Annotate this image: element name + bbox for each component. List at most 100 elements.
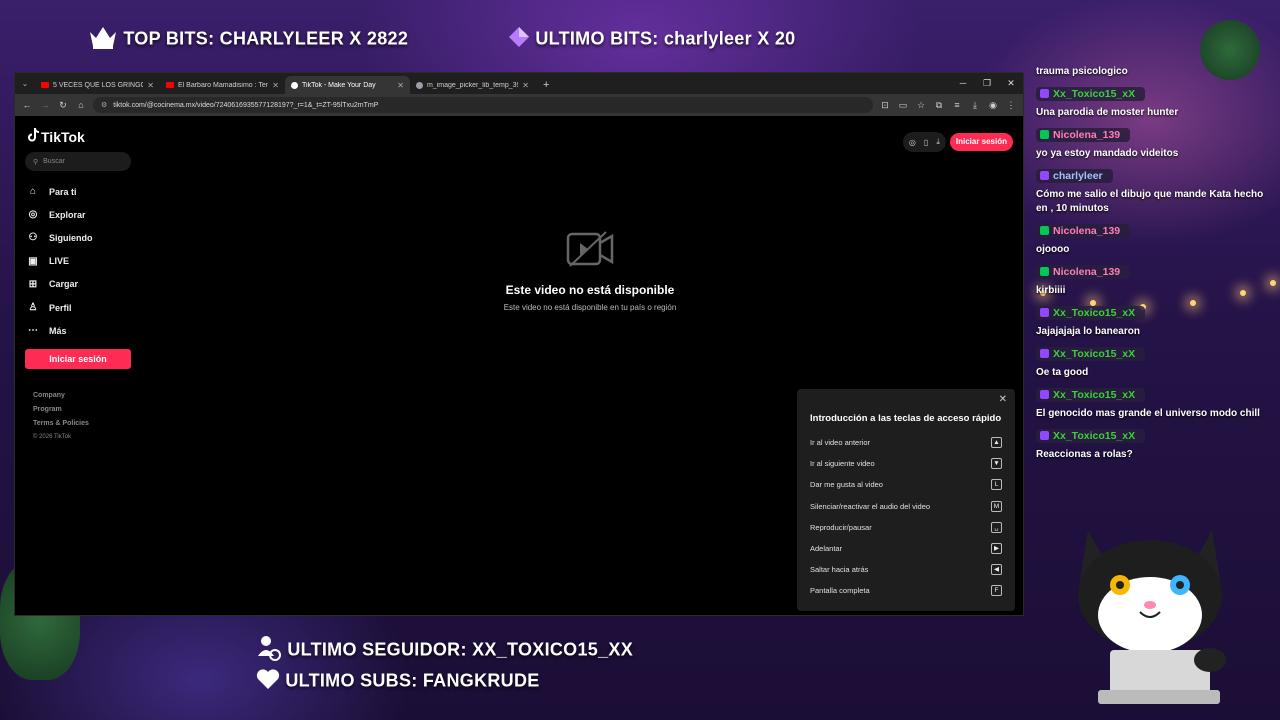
window-controls: ─ ❐ ✕ [951, 73, 1023, 94]
chat-message: Nicolena_139ojoooo [1030, 219, 1280, 260]
youtube-favicon-icon [166, 82, 174, 88]
shortcut-row: Saltar hacia atrás ◀ [810, 559, 1002, 580]
download-icon[interactable]: ⤓ [969, 100, 981, 111]
extensions-icon[interactable]: ⧉ [933, 100, 945, 111]
close-tab-icon[interactable]: ✕ [522, 81, 529, 90]
chat-message: Xx_Toxico15_xX Una parodia de moster hunt… [1030, 82, 1280, 123]
browser-tab-active[interactable]: TikTok - Make Your Day ✕ [285, 76, 410, 94]
key-m-icon: M [991, 500, 1002, 512]
profile-icon[interactable]: ◉ [987, 100, 999, 111]
chat-message-list: Xx_Toxico15_xX Una parodia de moster hunt… [1030, 82, 1280, 465]
phone-icon[interactable]: ▯ [924, 138, 928, 147]
cat-mascot [1070, 520, 1230, 720]
top-bits-text: TOP BITS: CHARLYLEER X 2822 [123, 28, 409, 49]
chat-username[interactable]: Xx_Toxico15_xX [1036, 305, 1146, 320]
ultimo-bits-text: ULTIMO BITS: charlyleer X 20 [535, 28, 796, 49]
close-tab-icon[interactable]: ✕ [147, 81, 154, 90]
sidebar-item-siguiendo[interactable]: ⚇ Siguiendo [27, 226, 93, 249]
url-text: tiktok.com/@cocinema.mx/video/7240616935… [113, 101, 379, 109]
shortcut-row: Reproducir/pausar ␣ [810, 517, 1002, 538]
tiktok-note-icon [27, 128, 39, 145]
chat-username[interactable]: Nicolena_139 [1036, 127, 1131, 142]
key-up-icon: ▲ [991, 437, 1002, 449]
search-input[interactable]: ⚲ Buscar [25, 152, 131, 171]
tab-search-icon[interactable]: ⌄ [15, 73, 35, 94]
sidebar-item-explorar[interactable]: ◎ Explorar [27, 203, 93, 226]
sidebar-item-mas[interactable]: ⋯ Más [27, 319, 93, 342]
footer-link-program[interactable]: Program [33, 406, 89, 420]
login-button-sidebar[interactable]: Iniciar sesión [25, 349, 131, 369]
shortcut-row: Ir al siguiente video ▼ [810, 453, 1002, 474]
chat-username[interactable]: Xx_Toxico15_xX [1036, 346, 1146, 361]
download-icon[interactable]: ⤓ [936, 137, 940, 147]
site-info-icon[interactable]: ⚙ [101, 101, 107, 109]
diamond-icon [508, 26, 530, 53]
login-button-top[interactable]: Iniciar sesión [949, 133, 1013, 151]
copyright-text: © 2026 TikTok [33, 434, 72, 440]
chat-message-text: kirbiiii [1036, 285, 1066, 296]
cast-icon[interactable]: ▭ [897, 100, 909, 111]
tiktok-favicon-icon [291, 81, 298, 89]
shortcut-row: Dar me gusta al video L [810, 474, 1002, 495]
video-unavailable-icon [566, 231, 614, 272]
chat-message-text: Jajajajaja lo banearon [1036, 326, 1140, 337]
bookmark-star-icon[interactable]: ☆ [915, 100, 927, 111]
home-icon[interactable]: ⌂ [75, 100, 87, 110]
sidebar-item-para-ti[interactable]: ⌂ Para ti [27, 180, 93, 203]
chat-message: Nicolena_139 kirbiiii [1030, 260, 1280, 301]
ultimo-seguidor-label: ULTIMO SEGUIDOR: XX_TOXICO15_XX [256, 634, 633, 667]
key-f-icon: F [991, 585, 1002, 597]
close-tab-icon[interactable]: ✕ [397, 81, 404, 90]
video-unavailable: Este video no está disponible Este video… [445, 230, 735, 312]
stream-chat: trauma psicologico Xx_Toxico15_xX Una par… [1030, 62, 1280, 492]
chat-badge-icon [1040, 308, 1049, 317]
key-right-icon: ▶ [991, 543, 1002, 555]
shortcut-row: Ir al video anterior ▲ [810, 432, 1002, 453]
reload-icon[interactable]: ↻ [57, 100, 69, 111]
chat-message-text: trauma psicologico [1036, 66, 1128, 77]
menu-dots-icon[interactable]: ⋮ [1005, 100, 1017, 111]
chat-message: Xx_Toxico15_xX Reaccionas a rolas? [1030, 424, 1280, 465]
follower-icon [256, 634, 282, 667]
footer-link-terms[interactable]: Terms & Policies [33, 420, 89, 434]
address-bar: ← → ↻ ⌂ ⚙ tiktok.com/@cocinema.mx/video/… [15, 94, 1023, 116]
sidebar-item-perfil[interactable]: ♙ Perfil [27, 296, 93, 319]
footer-link-company[interactable]: Company [33, 392, 89, 406]
unavailable-title: Este video no está disponible [505, 283, 675, 297]
close-window-icon[interactable]: ✕ [999, 73, 1023, 94]
chat-message-text: Reaccionas a rolas? [1036, 449, 1133, 460]
chat-username[interactable]: Nicolena_139 [1036, 223, 1131, 238]
chat-username[interactable]: charlyleer [1036, 168, 1113, 183]
upload-icon: ⊞ [28, 278, 38, 290]
compass-icon: ◎ [28, 209, 38, 221]
compass-icon[interactable]: ◎ [909, 138, 916, 147]
playlist-icon[interactable]: ≡ [951, 100, 963, 110]
forward-icon[interactable]: → [39, 100, 51, 110]
chat-badge-icon [1040, 130, 1049, 139]
chat-username[interactable]: Nicolena_139 [1036, 264, 1131, 279]
back-icon[interactable]: ← [21, 100, 33, 110]
translate-icon[interactable]: ⊡ [879, 100, 891, 111]
close-tab-icon[interactable]: ✕ [272, 81, 279, 90]
browser-tab[interactable]: m_image_picker_lib_temp_3956 ✕ [410, 76, 535, 94]
browser-tab[interactable]: 5 VECES QUE LOS GRINGOS AMAR ✕ [35, 76, 160, 94]
maximize-icon[interactable]: ❐ [975, 73, 999, 94]
sidebar-item-live[interactable]: ▣ LIVE [27, 250, 93, 273]
chat-message-text: ojoooo [1036, 244, 1070, 255]
tiktok-page: TikTok ⚲ Buscar ⌂ Para ti ◎ Explorar ⚇ S… [15, 116, 1023, 615]
key-l-icon: L [991, 479, 1002, 491]
browser-tab[interactable]: El Barbaro Mamadisimo : Temp ✕ [160, 76, 285, 94]
chat-username[interactable]: Xx_Toxico15_xX [1036, 387, 1146, 402]
new-tab-button[interactable]: + [535, 76, 557, 94]
url-field[interactable]: ⚙ tiktok.com/@cocinema.mx/video/72406169… [93, 97, 873, 113]
sidebar-item-cargar[interactable]: ⊞ Cargar [27, 273, 93, 296]
top-right-actions: ◎ ▯ ⤓ Iniciar sesión [902, 132, 1013, 152]
tiktok-logo[interactable]: TikTok [27, 128, 85, 145]
chat-username[interactable]: Xx_Toxico15_xX [1036, 428, 1146, 443]
chat-badge-icon [1040, 89, 1049, 98]
shortcuts-title: Introducción a las teclas de acceso rápi… [810, 413, 1002, 424]
chat-badge-icon [1040, 349, 1049, 358]
chat-username[interactable]: Xx_Toxico15_xX [1036, 86, 1146, 101]
close-icon[interactable]: ✕ [999, 394, 1007, 405]
minimize-icon[interactable]: ─ [951, 73, 975, 94]
